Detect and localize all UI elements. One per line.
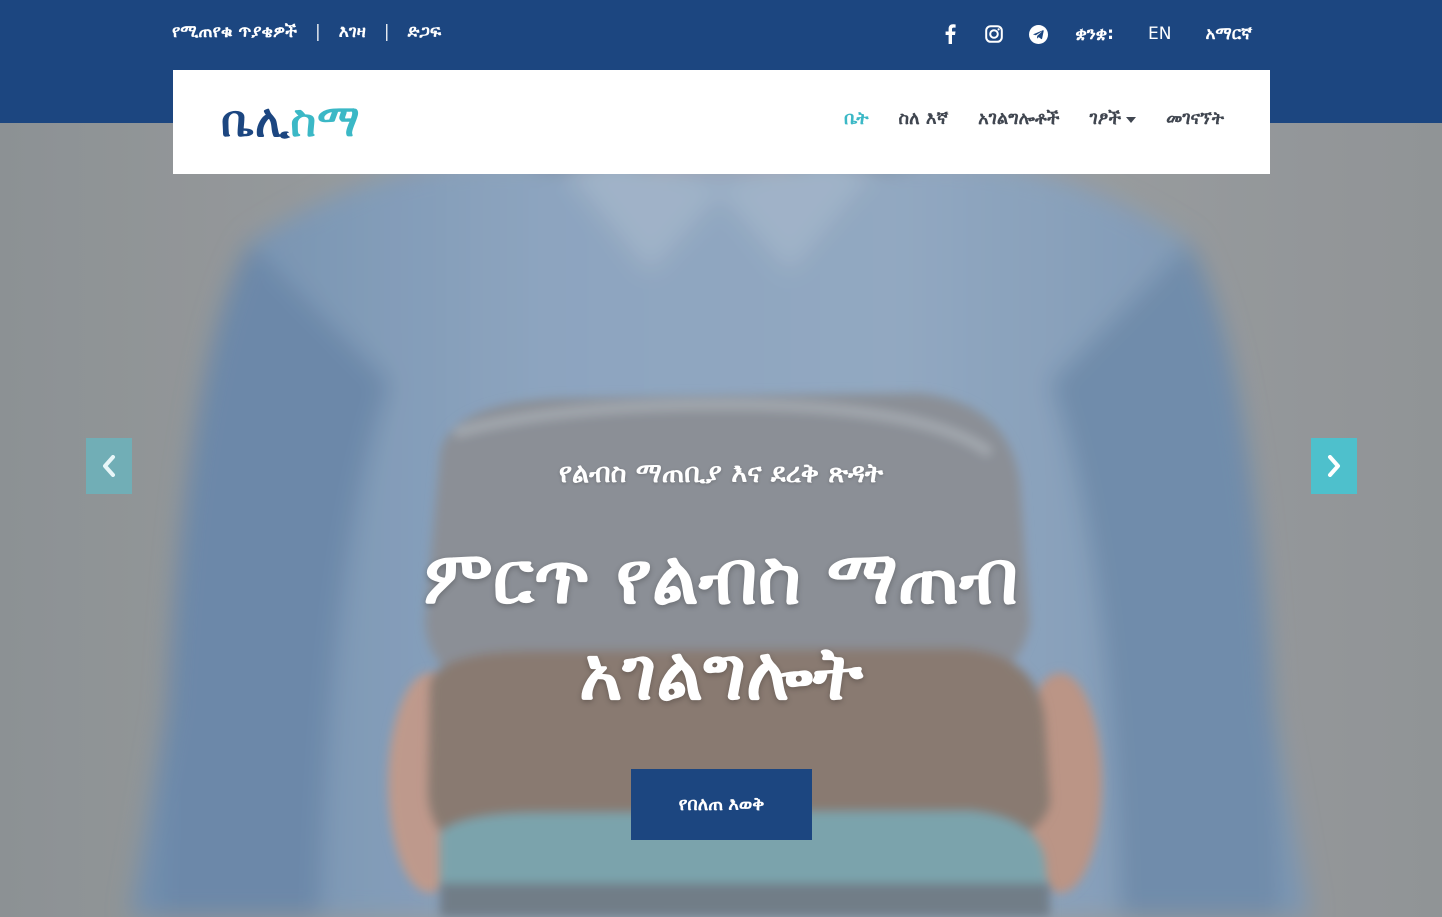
caret-down-icon: [1126, 116, 1137, 123]
support-link[interactable]: ድጋፍ: [408, 22, 442, 42]
logo[interactable]: ቤሊስማ: [221, 92, 361, 152]
top-links: የሚጠየቁ ጥያቄዎች | እገዛ | ድጋፍ: [172, 22, 441, 42]
nav-services[interactable]: አገልግሎቶች: [978, 108, 1059, 129]
language-label: ቋንቋ:: [1075, 24, 1114, 44]
language-en-button[interactable]: EN: [1148, 24, 1171, 44]
top-right-controls: ቋንቋ: EN አማርኛ: [939, 20, 1252, 48]
main-navbar: ቤሊስማ ቤት ስለ እኛ አገልግሎቶች ገፆች መገናኘት: [173, 70, 1270, 174]
logo-text-dark: ቤሊ: [221, 96, 291, 147]
instagram-icon[interactable]: [983, 20, 1005, 48]
nav-pages-label: ገፆች: [1089, 108, 1122, 129]
help-link[interactable]: እገዛ: [339, 22, 366, 42]
separator: |: [383, 22, 390, 42]
logo-text-accent: ስማ: [290, 96, 361, 147]
nav-pages-dropdown[interactable]: ገፆች: [1090, 108, 1137, 129]
nav-contact[interactable]: መገናኘት: [1166, 108, 1224, 129]
separator: |: [315, 22, 321, 42]
hero-title-line2: አገልግሎት: [579, 631, 863, 717]
nav-home[interactable]: ቤት: [844, 108, 869, 129]
hero-title: ምርጥ የልብስ ማጠብ አገልግሎት: [0, 530, 1442, 722]
hero-subtitle: የልብስ ማጠቢያ እና ደረቅ ጽዳት: [558, 458, 884, 489]
facebook-icon[interactable]: [939, 20, 961, 48]
faq-link[interactable]: የሚጠየቁ ጥያቄዎች: [172, 22, 297, 42]
hero-title-line1: ምርጥ የልብስ ማጠብ: [423, 535, 1019, 621]
main-nav: ቤት ስለ እኛ አገልግሎቶች ገፆች መገናኘት: [814, 108, 1224, 129]
language-amharic-button[interactable]: አማርኛ: [1205, 24, 1252, 44]
learn-more-button[interactable]: የበለጠ እወቅ: [631, 769, 812, 840]
nav-about[interactable]: ስለ እኛ: [899, 108, 949, 129]
telegram-icon[interactable]: [1027, 20, 1049, 48]
